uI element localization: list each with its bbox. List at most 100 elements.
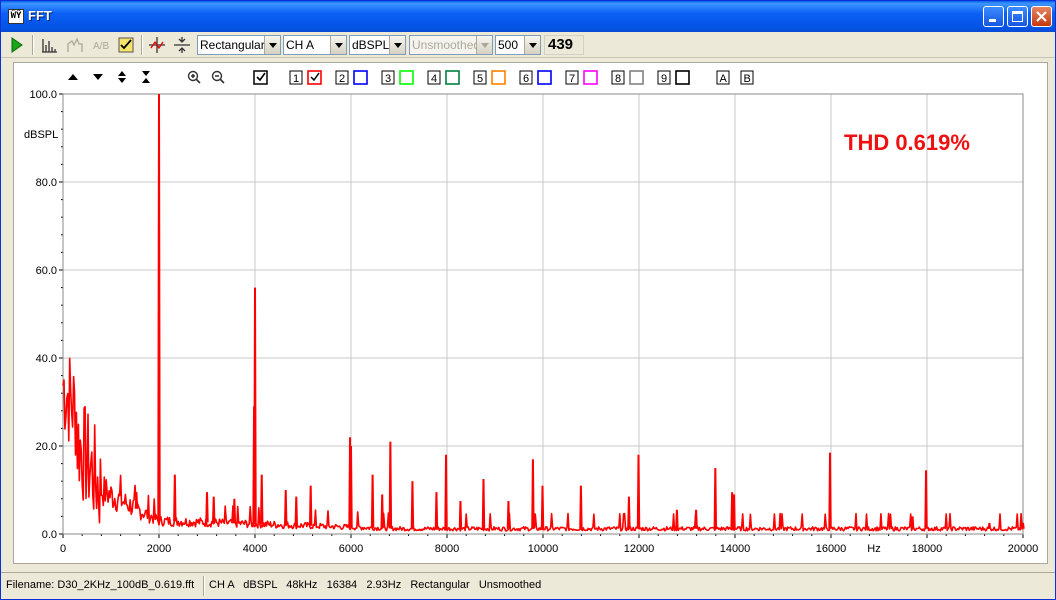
spectrum-peak (481, 478, 486, 529)
svg-text:A/B: A/B (93, 41, 109, 52)
y-tick-label: 20.0 (36, 441, 57, 453)
spectrum-peak (531, 459, 535, 529)
spectrum-peak (205, 492, 209, 523)
x-axis-label: Hz (867, 543, 880, 555)
y-tick-label: 60.0 (36, 265, 57, 277)
x-tick-label: 16000 (816, 543, 847, 555)
window-function-select[interactable]: Rectangular (197, 35, 281, 55)
minimize-button[interactable] (983, 6, 1004, 27)
title-bar[interactable]: ŴŶ FFT (1, 1, 1055, 32)
trace-7-checkbox[interactable] (583, 70, 598, 85)
trace-4-checkbox[interactable] (445, 70, 460, 85)
spectrum-peak (134, 492, 139, 509)
marker-B-label: B (744, 73, 751, 85)
expand-vertical-icon[interactable] (118, 71, 126, 83)
range-value: 500 (498, 38, 519, 52)
crosshair-icon[interactable] (147, 35, 167, 55)
toolbar-separator (32, 35, 34, 55)
app-icon: ŴŶ (8, 9, 24, 24)
trace-6-checkbox[interactable] (537, 70, 552, 85)
plot-panel: 1 2 3 4 5 6 7 8 9 A B 0 2000 4000 6000 8000 10000 12000 14… (13, 62, 1048, 564)
chevron-down-icon (389, 36, 405, 54)
collapse-vertical-icon[interactable] (142, 71, 150, 83)
spectrum-peak (732, 494, 736, 529)
x-tick-label: 0 (60, 543, 66, 555)
chevron-down-icon (476, 36, 492, 54)
x-tick-label: 6000 (339, 543, 363, 555)
chevron-down-icon (264, 36, 280, 54)
arrow-down-icon[interactable] (93, 74, 103, 80)
trace-number-label: 4 (431, 73, 437, 85)
spectrum-peak (232, 498, 237, 524)
spectrum-peak (444, 454, 448, 529)
spectrum-peak (458, 500, 463, 529)
y-tick-label: 40.0 (36, 353, 57, 365)
spectrum-peak (260, 474, 264, 525)
units-value: dBSPL (352, 38, 390, 52)
spectrum-peak (675, 509, 679, 529)
trace-1-checkbox[interactable] (307, 70, 322, 85)
spectrum-peak (284, 489, 288, 526)
trace-9-checkbox[interactable] (675, 70, 690, 85)
toolbar-separator (141, 35, 143, 55)
maximize-button[interactable] (1007, 6, 1028, 27)
zoom-fit-icon[interactable] (172, 35, 192, 55)
trace-number-label: 1 (293, 73, 299, 85)
trace-number-label: 6 (523, 73, 529, 85)
peak-hold-icon[interactable] (65, 35, 85, 55)
spectrum-peak (370, 474, 375, 528)
spectrum-peak (828, 452, 832, 529)
expand-vertical-icon-glyph (118, 71, 126, 83)
trace-number-label: 9 (661, 73, 667, 85)
window-function-value: Rectangular (200, 38, 265, 52)
smoothing-select[interactable]: Unsmoothed (409, 35, 493, 55)
trace-8-checkbox[interactable] (629, 70, 644, 85)
spectrum-peak (157, 93, 161, 521)
spectrum-peak (308, 485, 313, 526)
range-select[interactable]: 500 (495, 35, 541, 55)
spectrum-peak (434, 492, 439, 529)
spectrum-peak (540, 485, 545, 529)
units-select[interactable]: dBSPL (349, 35, 406, 55)
spectrum-peak (910, 516, 915, 529)
thd-annotation: THD 0.619% (844, 130, 970, 155)
status-filename: Filename: D30_2KHz_100dB_0.619.fft (6, 579, 195, 591)
spectrum-peak (506, 500, 511, 529)
trace-2-checkbox[interactable] (353, 70, 368, 85)
spectrum-peak (173, 474, 177, 522)
all-traces-checkbox[interactable] (253, 70, 268, 85)
y-tick-label: 80.0 (36, 177, 57, 189)
trace-number-label: 3 (385, 73, 391, 85)
spectrum-peak (627, 496, 631, 529)
status-info: CH A dBSPL 48kHz 16384 2.93Hz Rectangula… (209, 579, 542, 591)
fft-chart[interactable]: 1 2 3 4 5 6 7 8 9 A B 0 2000 4000 6000 8000 10000 12000 14… (14, 63, 1047, 563)
trace-5-checkbox[interactable] (491, 70, 506, 85)
channel-value: CH A (286, 38, 315, 52)
x-tick-label: 20000 (1008, 543, 1039, 555)
spectrum-peak (380, 494, 384, 529)
arrow-up-icon[interactable] (68, 74, 78, 80)
spectrum-peak (388, 441, 393, 529)
collapse-vertical-icon-glyph (142, 71, 150, 83)
trace-number-label: 8 (615, 73, 621, 85)
ab-compare-icon[interactable]: A/B (91, 35, 111, 55)
play-icon[interactable] (7, 35, 27, 55)
chevron-down-icon (330, 36, 346, 54)
trace-3-checkbox[interactable] (399, 70, 414, 85)
spectrum-icon[interactable] (39, 35, 59, 55)
status-divider (203, 576, 205, 596)
channel-select[interactable]: CH A (283, 35, 347, 55)
spectrum-peak (294, 496, 298, 526)
close-icon (1036, 11, 1047, 22)
close-button[interactable] (1031, 6, 1052, 27)
toolbar: A/B Rectangular CH A dBSPL Unsmoothed 50… (1, 32, 1055, 58)
smoothing-value: Unsmoothed (412, 38, 481, 52)
zoom-out-icon[interactable] (211, 70, 225, 84)
x-tick-label: 12000 (624, 543, 655, 555)
zoom-in-icon[interactable] (187, 70, 201, 84)
arrow-up-icon-glyph (68, 74, 78, 80)
spectrum-peak (713, 467, 718, 529)
x-tick-label: 14000 (720, 543, 751, 555)
checklist-icon[interactable] (116, 35, 136, 55)
spectrum-peak (349, 445, 353, 528)
